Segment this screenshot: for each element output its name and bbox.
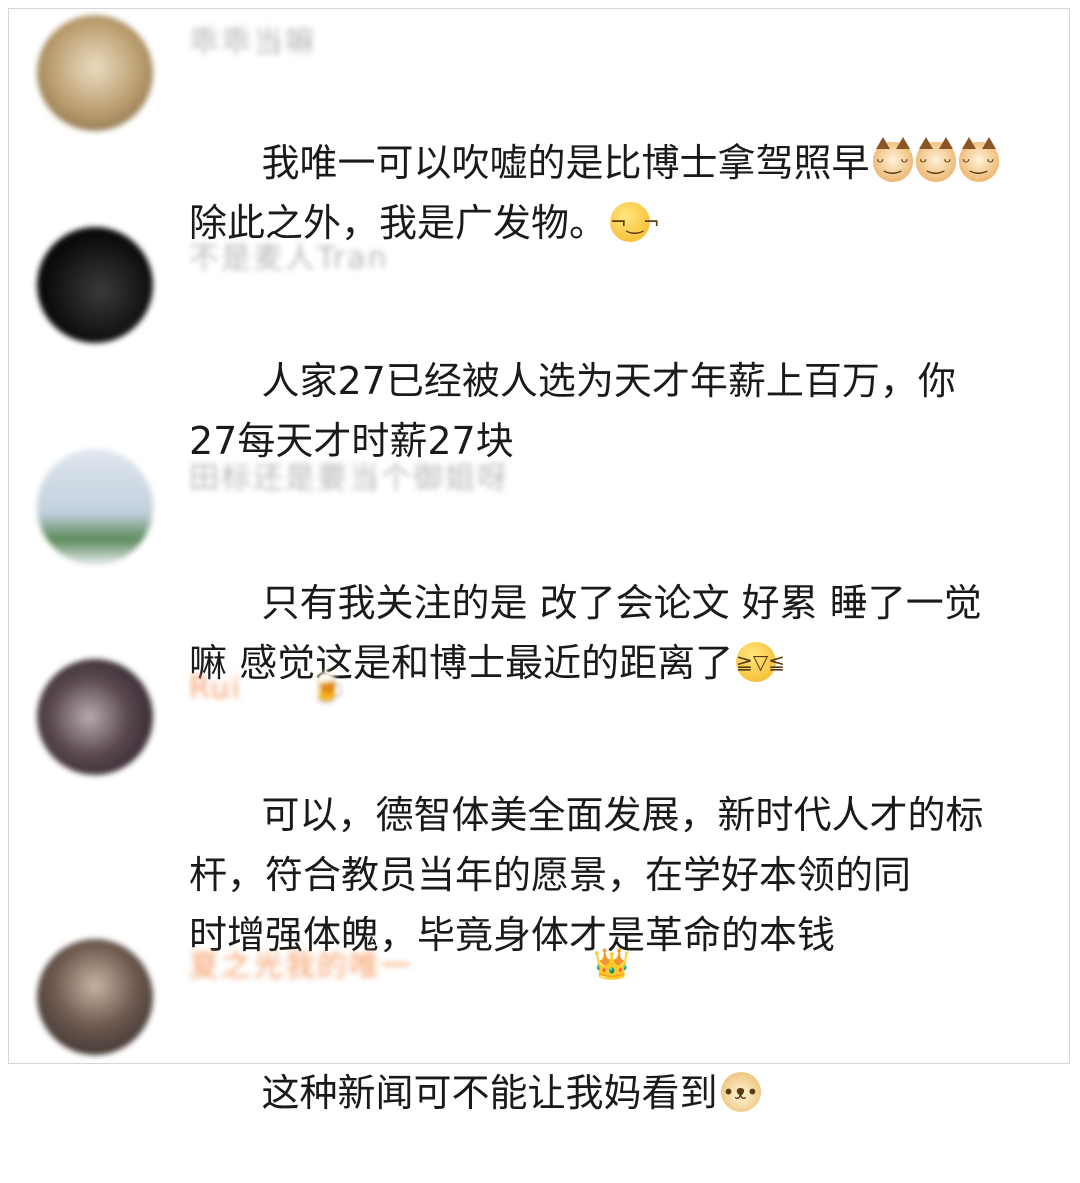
avatar[interactable] [37, 15, 153, 131]
comment-text: 我唯一可以吹嘘的是比博士拿驾照早 ᵕ‿ᵕ ᵕ‿ᵕ ᵕ‿ᵕ 除此之外，我是广发物。 ¬‿¬ [189, 73, 1059, 313]
beer-icon: 🍺 [309, 671, 347, 706]
comment-username[interactable]: 夏之光我的唯一 [189, 949, 413, 985]
comment-text: 只有我关注的是 改了会论文 好累 睡了一觉嘛 感觉这是和博士最近的距离了 ≧▽≦ [189, 513, 1059, 753]
comment-username[interactable]: Rui [189, 671, 242, 707]
comment-list: 乖乖当嘛 我唯一可以吹嘘的是比博士拿驾照早 ᵕ‿ᵕ ᵕ‿ᵕ ᵕ‿ᵕ 除此之外，我是广发物… [8, 8, 1070, 1115]
smirk-icon: ¬‿¬ [610, 202, 660, 242]
comment-text-line: 杆，符合教员当年的愿景，在学好本领的同 [189, 853, 912, 897]
comment-text-line: 只有我关注的是 改了会论文 好累 睡了一觉 [261, 581, 982, 625]
comment-text-line: 27每天才时薪27块 [189, 419, 514, 463]
laugh-cry-icon: ≧▽≦ [736, 642, 785, 682]
comment-text-line: 嘛 感觉这是和博士最近的距离了 [189, 641, 734, 685]
comment-username[interactable]: 不是麦人Tran [189, 241, 389, 277]
comment-text-line: 我唯一可以吹嘘的是比博士拿驾照早 [261, 141, 870, 185]
comment-text-line: 这种新闻可不能让我妈看到 [261, 1071, 718, 1115]
cat-icon: ᵕ‿ᵕ [872, 137, 913, 182]
doge-icon: •ᴥ• [720, 1072, 761, 1112]
comment-text: 这种新闻可不能让我妈看到 •ᴥ• [189, 1003, 1059, 1183]
avatar[interactable] [37, 449, 153, 565]
avatar[interactable] [37, 227, 153, 343]
cat-icon: ᵕ‿ᵕ [958, 137, 999, 182]
comment-text-line: 除此之外，我是广发物。 [189, 201, 608, 245]
comment-username[interactable]: 乖乖当嘛 [189, 25, 317, 61]
cat-icon: ᵕ‿ᵕ [915, 137, 956, 182]
comment-text-line: 可以，德智体美全面发展，新时代人才的标 [261, 793, 984, 837]
comment-username[interactable]: 田标还是要当个御姐呀 [189, 461, 509, 497]
avatar[interactable] [37, 659, 153, 775]
avatar[interactable] [37, 939, 153, 1055]
crown-icon: 👑 [593, 947, 631, 982]
comment-text-line: 人家27已经被人选为天才年薪上百万，你 [261, 359, 956, 403]
